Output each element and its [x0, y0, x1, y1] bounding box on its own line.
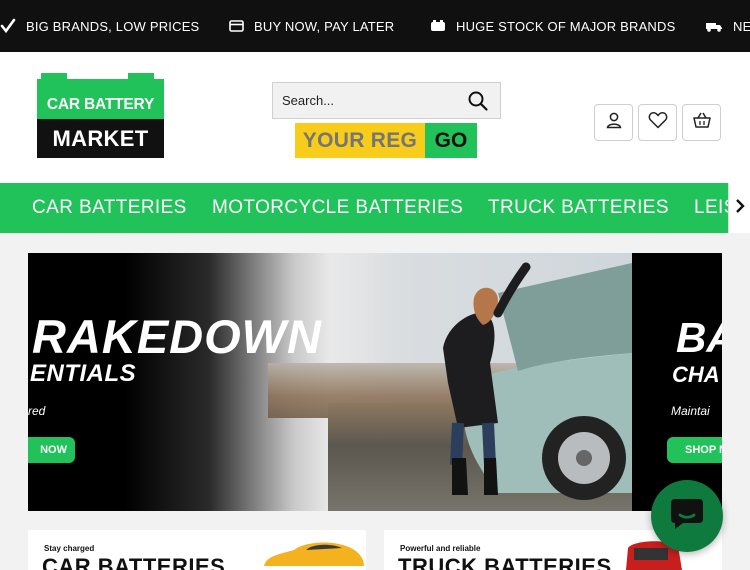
- chat-button[interactable]: [651, 480, 723, 552]
- search-box: [272, 82, 501, 119]
- van-icon: [705, 20, 723, 32]
- logo-bottom-text: MARKET: [37, 119, 164, 158]
- logo-top-text: CAR BATTERY: [37, 79, 164, 119]
- basket-button[interactable]: [682, 104, 721, 141]
- next-slide-tagline: Maintai: [671, 404, 710, 418]
- basket-icon: [692, 111, 712, 134]
- card-kicker: Stay charged: [44, 544, 95, 553]
- hero-carousel[interactable]: RAKEDOWN ENTIALS red NOW BA CHA Maintai …: [28, 253, 722, 511]
- nav-item-truck-batteries[interactable]: TRUCK BATTERIES: [488, 183, 669, 233]
- car-image: [264, 542, 364, 566]
- reg-input[interactable]: [295, 123, 425, 158]
- shop-now-button[interactable]: NOW: [28, 437, 75, 463]
- promo-item: NE: [705, 0, 750, 52]
- card-icon: [229, 20, 244, 32]
- wishlist-button[interactable]: [638, 104, 677, 141]
- next-slide-heading: BA: [676, 314, 722, 361]
- nav-item-motorcycle-batteries[interactable]: MOTORCYCLE BATTERIES: [212, 183, 463, 233]
- hero-slide-next[interactable]: BA CHA Maintai SHOP N: [632, 253, 722, 511]
- chat-icon: [669, 497, 705, 536]
- category-card-car[interactable]: Stay charged CAR BATTERIES: [28, 530, 366, 570]
- promo-bar: BIG BRANDS, LOW PRICES BUY NOW, PAY LATE…: [0, 0, 750, 52]
- card-title: CAR BATTERIES: [42, 554, 226, 570]
- chevron-right-icon: [735, 198, 745, 218]
- banner-subheading: ENTIALS: [30, 360, 137, 387]
- search-icon[interactable]: [468, 91, 488, 116]
- site-logo[interactable]: CAR BATTERY MARKET: [37, 73, 164, 158]
- site-header: CAR BATTERY MARKET GO: [0, 52, 750, 183]
- promo-item: HUGE STOCK OF MAJOR BRANDS: [430, 0, 675, 52]
- promo-item: BUY NOW, PAY LATER: [229, 0, 394, 52]
- account-button[interactable]: [594, 104, 633, 141]
- card-title: TRUCK BATTERIES: [398, 554, 612, 570]
- card-kicker: Powerful and reliable: [400, 544, 481, 553]
- check-icon: [0, 18, 16, 34]
- search-input[interactable]: [282, 93, 462, 108]
- heart-icon: [648, 111, 668, 134]
- category-nav: CAR BATTERIES MOTORCYCLE BATTERIES TRUCK…: [0, 183, 750, 233]
- battery-icon: [430, 20, 446, 32]
- next-slide-subheading: CHA: [672, 362, 720, 387]
- go-button[interactable]: GO: [425, 123, 477, 158]
- nav-next-button[interactable]: [728, 183, 750, 233]
- next-slide-shop-button[interactable]: SHOP N: [667, 437, 722, 463]
- hero-slide[interactable]: RAKEDOWN ENTIALS red NOW: [28, 253, 632, 511]
- promo-item: BIG BRANDS, LOW PRICES: [0, 0, 199, 52]
- reg-lookup: GO: [295, 123, 477, 158]
- nav-item-car-batteries[interactable]: CAR BATTERIES: [32, 183, 187, 233]
- user-icon: [605, 111, 623, 134]
- banner-heading: RAKEDOWN: [32, 310, 322, 363]
- banner-tagline: red: [28, 404, 46, 418]
